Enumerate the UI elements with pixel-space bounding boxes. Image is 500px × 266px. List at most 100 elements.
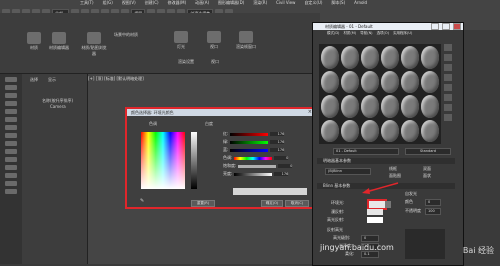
checkbox-face-map[interactable]: 面贴图 xyxy=(389,173,401,179)
material-slot[interactable] xyxy=(401,46,419,69)
menu-item-arnold[interactable]: Arnold xyxy=(354,0,367,6)
material-type-button[interactable]: Standard xyxy=(405,148,451,155)
brightness-slider[interactable] xyxy=(234,172,273,176)
menu-material[interactable]: 材质(M) xyxy=(343,31,356,36)
hue-slider[interactable] xyxy=(234,156,273,160)
scale-tool-icon[interactable] xyxy=(5,101,17,106)
ribbon-render-frame[interactable]: 渲染帧窗口 xyxy=(230,31,262,50)
material-slot[interactable] xyxy=(341,46,359,69)
menu-item-civil-view[interactable]: Civil View xyxy=(276,0,295,6)
material-slot[interactable] xyxy=(401,119,419,142)
material-slot[interactable] xyxy=(381,119,399,142)
uv-tiling-icon[interactable] xyxy=(444,74,452,81)
soften-value[interactable]: 0.1 xyxy=(361,251,379,258)
material-slot[interactable] xyxy=(401,70,419,93)
light-tool-icon[interactable] xyxy=(5,109,17,114)
hierarchy-tool-icon[interactable] xyxy=(5,157,17,162)
material-slot[interactable] xyxy=(341,95,359,118)
reset-button[interactable]: 重置(R) xyxy=(191,200,215,207)
backlight-icon[interactable] xyxy=(444,54,452,61)
material-slot[interactable] xyxy=(361,46,379,69)
system-tool-icon[interactable] xyxy=(5,149,17,154)
whiteness-slider[interactable] xyxy=(191,132,197,189)
material-name-field[interactable]: 01 - Default xyxy=(333,148,399,155)
menu-item-rendering[interactable]: 渲染(R) xyxy=(253,0,267,6)
checkbox-two-sided[interactable]: 双面 xyxy=(423,166,431,172)
menu-utilities[interactable]: 实用程序(U) xyxy=(393,31,412,36)
ribbon-lights[interactable]: 灯光 xyxy=(170,31,192,50)
shader-basic-rollout[interactable]: 明暗器基本参数 xyxy=(317,158,455,164)
options-icon[interactable] xyxy=(444,104,452,111)
material-slot[interactable] xyxy=(361,119,379,142)
menu-item-create[interactable]: 创建(C) xyxy=(145,0,159,6)
motion-tool-icon[interactable] xyxy=(5,165,17,170)
shader-type-dropdown[interactable]: (B)Blinn xyxy=(325,168,371,175)
menu-navigation[interactable]: 导航(N) xyxy=(360,31,372,36)
video-check-icon[interactable] xyxy=(444,84,452,91)
hue-value[interactable]: 0 xyxy=(274,156,289,160)
material-slot[interactable] xyxy=(421,119,439,142)
utilities-tool-icon[interactable] xyxy=(5,181,17,186)
green-slider[interactable] xyxy=(230,140,269,144)
cancel-button[interactable]: 取消(C) xyxy=(285,200,309,207)
menu-options[interactable]: 选项(O) xyxy=(377,31,390,36)
preview-icon[interactable] xyxy=(444,94,452,101)
self-illum-value[interactable]: 0 xyxy=(425,199,441,206)
ribbon-materials[interactable]: 材质 xyxy=(24,32,44,51)
checkbox-faceted[interactable]: 面状 xyxy=(423,173,431,179)
menu-item-scripting[interactable]: 脚本(S) xyxy=(331,0,345,6)
geometry-tool-icon[interactable] xyxy=(5,141,17,146)
close-window-icon[interactable] xyxy=(453,23,461,30)
blue-value[interactable]: 176 xyxy=(270,148,285,152)
camera-tool-icon[interactable] xyxy=(5,117,17,122)
scene-item-camera[interactable]: Camera xyxy=(50,104,66,109)
red-value[interactable]: 176 xyxy=(270,132,285,136)
eyedropper-icon[interactable]: ✎ xyxy=(140,198,144,204)
menu-mode[interactable]: 模式(D) xyxy=(327,31,339,36)
lock-icon[interactable] xyxy=(385,201,391,208)
sample-type-icon[interactable] xyxy=(444,44,452,51)
menu-item-graph-editors[interactable]: 图形编辑器(D) xyxy=(218,0,244,6)
diffuse-color-swatch[interactable] xyxy=(367,209,383,215)
ribbon-scene-materials[interactable]: 场景中的材质 xyxy=(114,32,148,38)
material-slot[interactable] xyxy=(361,95,379,118)
opacity-value[interactable]: 100 xyxy=(425,208,441,215)
ribbon-render-settings[interactable]: 渲染设置 xyxy=(172,59,200,65)
saturation-slider[interactable] xyxy=(238,164,277,168)
select-by-material-icon[interactable] xyxy=(444,114,452,121)
material-slot[interactable] xyxy=(321,70,339,93)
menu-item-group[interactable]: 组(G) xyxy=(103,0,113,6)
shape-tool-icon[interactable] xyxy=(5,133,17,138)
helper-tool-icon[interactable] xyxy=(5,125,17,130)
select-tool-icon[interactable] xyxy=(5,77,17,82)
menu-item-tools[interactable]: 工具(T) xyxy=(80,0,94,6)
material-slot[interactable] xyxy=(341,119,359,142)
ribbon-viewport[interactable]: 视口 xyxy=(204,31,224,50)
checkbox-wire[interactable]: 线框 xyxy=(389,166,397,172)
material-slot[interactable] xyxy=(341,70,359,93)
material-slot[interactable] xyxy=(401,95,419,118)
blue-slider[interactable] xyxy=(230,148,269,152)
material-slot[interactable] xyxy=(321,119,339,142)
minimize-icon[interactable] xyxy=(431,23,439,30)
menu-item-view[interactable]: 视图(V) xyxy=(122,0,136,6)
ok-button[interactable]: 确定(O) xyxy=(261,200,283,207)
ribbon-material-browser[interactable]: 材质/贴图浏览器 xyxy=(80,32,108,57)
material-slot[interactable] xyxy=(321,95,339,118)
misc-tool-icon[interactable] xyxy=(5,189,17,194)
hue-spectrum[interactable] xyxy=(141,132,185,189)
green-value[interactable]: 176 xyxy=(270,140,285,144)
menu-item-customize[interactable]: 自定义(U) xyxy=(304,0,322,6)
material-slot[interactable] xyxy=(321,46,339,69)
viewport-label[interactable]: [+] [顶] [标准] [默认明暗处理] xyxy=(88,76,144,82)
material-slot[interactable] xyxy=(381,95,399,118)
move-tool-icon[interactable] xyxy=(5,85,17,90)
maximize-icon[interactable] xyxy=(442,23,450,30)
display-tool-icon[interactable] xyxy=(5,173,17,178)
rotate-tool-icon[interactable] xyxy=(5,93,17,98)
saturation-value[interactable]: 0 xyxy=(278,164,293,168)
tab-display[interactable]: 显示 xyxy=(48,77,56,83)
background-icon[interactable] xyxy=(444,64,452,71)
menu-item-modifiers[interactable]: 修改器(M) xyxy=(168,0,187,6)
material-slot[interactable] xyxy=(381,46,399,69)
